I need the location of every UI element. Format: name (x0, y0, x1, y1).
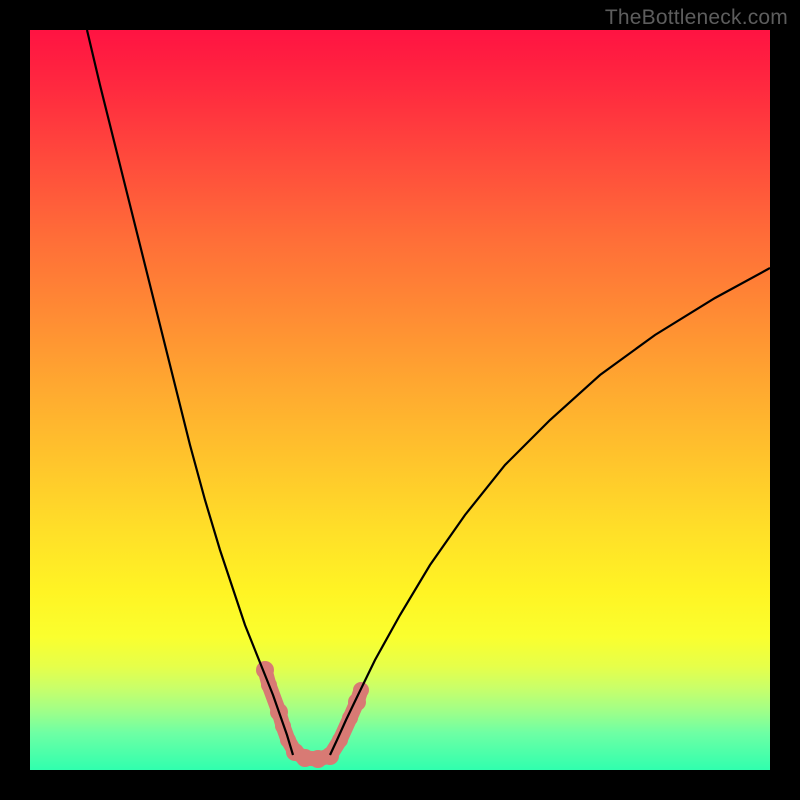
curve-right-branch (330, 268, 770, 755)
chart-frame: TheBottleneck.com (0, 0, 800, 800)
valley-marker-group (256, 661, 369, 768)
watermark-text: TheBottleneck.com (605, 6, 788, 30)
curve-left-branch (87, 30, 293, 755)
valley-marker-dot (321, 747, 339, 765)
curve-svg (30, 30, 770, 770)
plot-area (30, 30, 770, 770)
